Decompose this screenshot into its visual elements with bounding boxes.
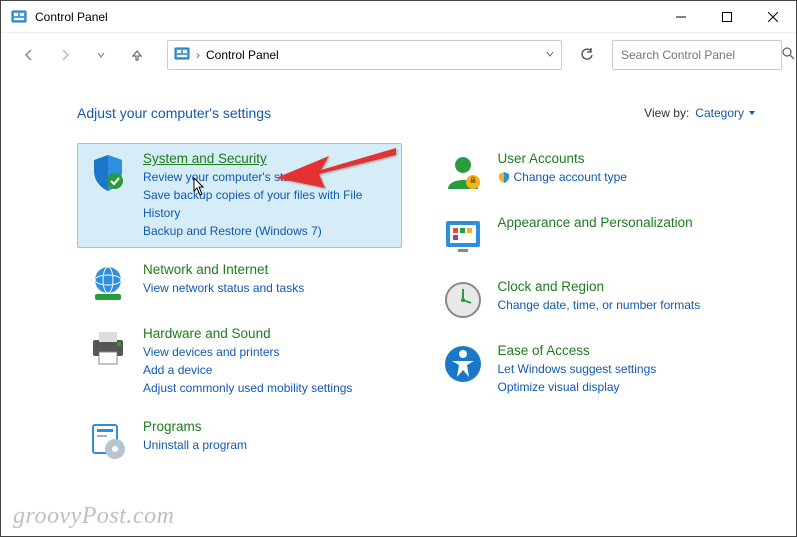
category-link[interactable]: Let Windows suggest settings	[498, 360, 747, 378]
category-title[interactable]: Network and Internet	[143, 262, 268, 277]
control-panel-icon	[11, 9, 27, 25]
category-link[interactable]: Backup and Restore (Windows 7)	[143, 222, 392, 240]
content-area: Adjust your computer's settings View by:…	[1, 77, 796, 485]
category-title[interactable]: Appearance and Personalization	[498, 215, 693, 230]
category-title[interactable]: Hardware and Sound	[143, 326, 271, 341]
category-link[interactable]: Optimize visual display	[498, 378, 747, 396]
address-bar[interactable]: › Control Panel	[167, 40, 562, 70]
category-title[interactable]: Ease of Access	[498, 343, 590, 358]
view-by-dropdown[interactable]: Category	[695, 106, 756, 120]
chevron-down-icon	[748, 109, 756, 117]
printer-icon	[87, 326, 129, 368]
search-input[interactable]	[621, 48, 776, 62]
category-user-accounts[interactable]: User Accounts Change account type	[432, 143, 757, 201]
breadcrumb-chevron[interactable]: ›	[196, 48, 200, 62]
page-title: Adjust your computer's settings	[77, 105, 271, 121]
window-title: Control Panel	[35, 10, 658, 24]
category-link[interactable]: Change account type	[514, 168, 627, 186]
nav-row: › Control Panel	[1, 33, 796, 77]
category-link[interactable]: Save backup copies of your files with Fi…	[143, 186, 392, 222]
close-button[interactable]	[750, 1, 796, 33]
category-link[interactable]: Change date, time, or number formats	[498, 296, 747, 314]
category-link[interactable]: Adjust commonly used mobility settings	[143, 379, 392, 397]
category-link[interactable]: Review your computer's status	[143, 168, 392, 186]
up-button[interactable]	[123, 41, 151, 69]
network-icon	[87, 262, 129, 304]
view-by-value: Category	[695, 106, 744, 120]
category-link[interactable]: Add a device	[143, 361, 392, 379]
view-by: View by: Category	[644, 106, 756, 120]
category-programs[interactable]: Programs Uninstall a program	[77, 411, 402, 469]
minimize-button[interactable]	[658, 1, 704, 33]
category-system-security[interactable]: System and Security Review your computer…	[77, 143, 402, 248]
forward-button[interactable]	[51, 41, 79, 69]
category-title[interactable]: Clock and Region	[498, 279, 605, 294]
titlebar: Control Panel	[1, 1, 796, 33]
uac-shield-icon	[498, 171, 510, 183]
category-link[interactable]: Uninstall a program	[143, 436, 392, 454]
category-link[interactable]: View devices and printers	[143, 343, 392, 361]
accessibility-icon	[442, 343, 484, 385]
left-column: System and Security Review your computer…	[77, 143, 402, 475]
appearance-icon	[442, 215, 484, 257]
category-hardware[interactable]: Hardware and Sound View devices and prin…	[77, 318, 402, 405]
user-icon	[442, 151, 484, 193]
refresh-button[interactable]	[570, 40, 604, 70]
category-ease-of-access[interactable]: Ease of Access Let Windows suggest setti…	[432, 335, 757, 404]
watermark: groovyPost.com	[13, 503, 174, 530]
back-button[interactable]	[15, 41, 43, 69]
category-title[interactable]: System and Security	[143, 151, 267, 166]
search-icon[interactable]	[782, 47, 795, 63]
view-by-label: View by:	[644, 106, 689, 120]
breadcrumb[interactable]: Control Panel	[206, 48, 539, 62]
address-dropdown-icon[interactable]	[545, 48, 555, 62]
programs-icon	[87, 419, 129, 461]
category-title[interactable]: Programs	[143, 419, 202, 434]
category-clock-region[interactable]: Clock and Region Change date, time, or n…	[432, 271, 757, 329]
category-appearance[interactable]: Appearance and Personalization	[432, 207, 757, 265]
shield-icon	[87, 151, 129, 193]
maximize-button[interactable]	[704, 1, 750, 33]
category-title[interactable]: User Accounts	[498, 151, 585, 166]
control-panel-icon	[174, 46, 190, 65]
search-box[interactable]	[612, 40, 782, 70]
category-link[interactable]: View network status and tasks	[143, 279, 392, 297]
clock-icon	[442, 279, 484, 321]
right-column: User Accounts Change account type Appear…	[432, 143, 757, 475]
category-network[interactable]: Network and Internet View network status…	[77, 254, 402, 312]
recent-dropdown[interactable]	[87, 41, 115, 69]
